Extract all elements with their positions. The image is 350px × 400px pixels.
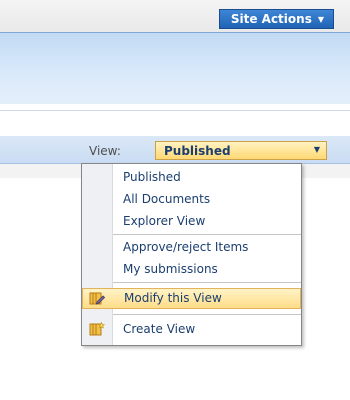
menu-item-label: Published [123,170,181,184]
view-selector-dropdown[interactable]: Published ▼ [155,141,327,160]
menu-item-create-view[interactable]: Create View [82,319,301,340]
site-actions-menu-button[interactable]: Site Actions ▼ [218,9,334,29]
view-label: View: [89,144,121,158]
menu-item-explorer-view[interactable]: Explorer View [82,211,301,232]
site-actions-label: Site Actions [230,12,312,26]
view-selected-value: Published [164,143,231,158]
menu-item-label: My submissions [123,262,218,276]
menu-item-label: Approve/reject Items [123,240,249,254]
menu-item-modify-this-view[interactable]: Modify this View [82,288,301,309]
menu-item-my-submissions[interactable]: My submissions [82,259,301,280]
modify-view-icon [89,291,106,306]
menu-item-all-documents[interactable]: All Documents [82,189,301,210]
chevron-down-icon: ▼ [313,145,320,154]
menu-item-label: Explorer View [123,214,206,228]
page-breadcrumb-strip [0,110,350,137]
menu-separator [113,234,301,235]
menu-item-label: Create View [123,322,196,336]
chevron-down-icon: ▼ [317,14,324,24]
view-dropdown-menu: Published All Documents Explorer View Ap… [81,163,302,346]
menu-separator [113,314,301,315]
create-view-icon [89,321,106,337]
menu-item-label: Modify this View [124,291,222,305]
menu-item-published[interactable]: Published [82,167,301,188]
menu-item-approve-reject-items[interactable]: Approve/reject Items [82,237,301,258]
page-header-banner [0,32,350,105]
menu-separator [113,282,301,283]
menu-item-label: All Documents [123,192,211,206]
